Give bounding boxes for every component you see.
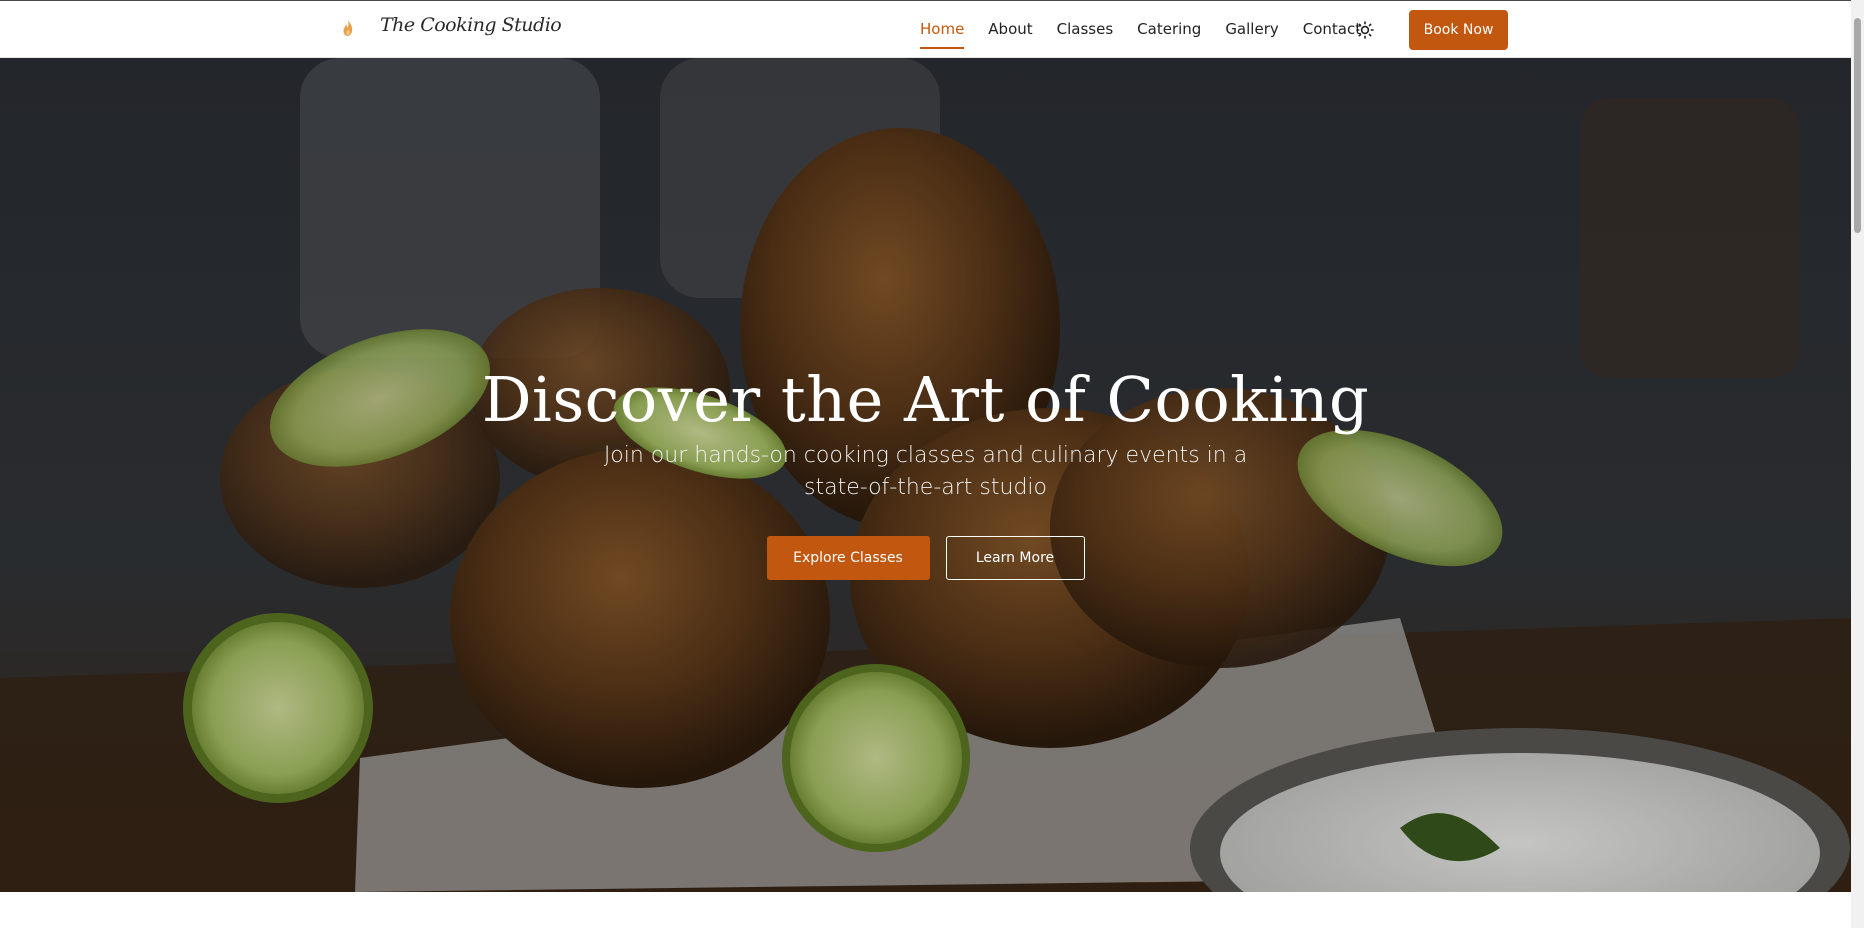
scrollbar-thumb[interactable] <box>1854 18 1861 233</box>
main-nav: Home About Classes Catering Gallery Cont… <box>920 1 1385 59</box>
sun-icon[interactable] <box>1353 18 1377 42</box>
nav-home[interactable]: Home <box>920 1 965 59</box>
nav-about[interactable]: About <box>988 1 1032 59</box>
brand-logo[interactable]: The Cooking Studio <box>380 14 562 36</box>
page-scrollbar[interactable] <box>1851 0 1864 928</box>
flame-icon[interactable] <box>339 18 357 38</box>
nav-catering[interactable]: Catering <box>1137 1 1201 59</box>
hero-subtitle: Join our hands-on cooking classes and cu… <box>603 443 1248 501</box>
nav-classes[interactable]: Classes <box>1057 1 1114 59</box>
nav-gallery[interactable]: Gallery <box>1225 1 1278 59</box>
site-header: The Cooking Studio Home About Classes Ca… <box>0 0 1851 58</box>
hero-content: Discover the Art of Cooking Join our han… <box>0 363 1851 581</box>
hero-title: Discover the Art of Cooking <box>481 363 1370 436</box>
hero-section: Discover the Art of Cooking Join our han… <box>0 58 1851 892</box>
book-now-button[interactable]: Book Now <box>1409 10 1508 50</box>
explore-classes-button[interactable]: Explore Classes <box>766 536 930 581</box>
learn-more-button[interactable]: Learn More <box>945 536 1085 581</box>
hero-actions: Explore Classes Learn More <box>0 536 1851 581</box>
